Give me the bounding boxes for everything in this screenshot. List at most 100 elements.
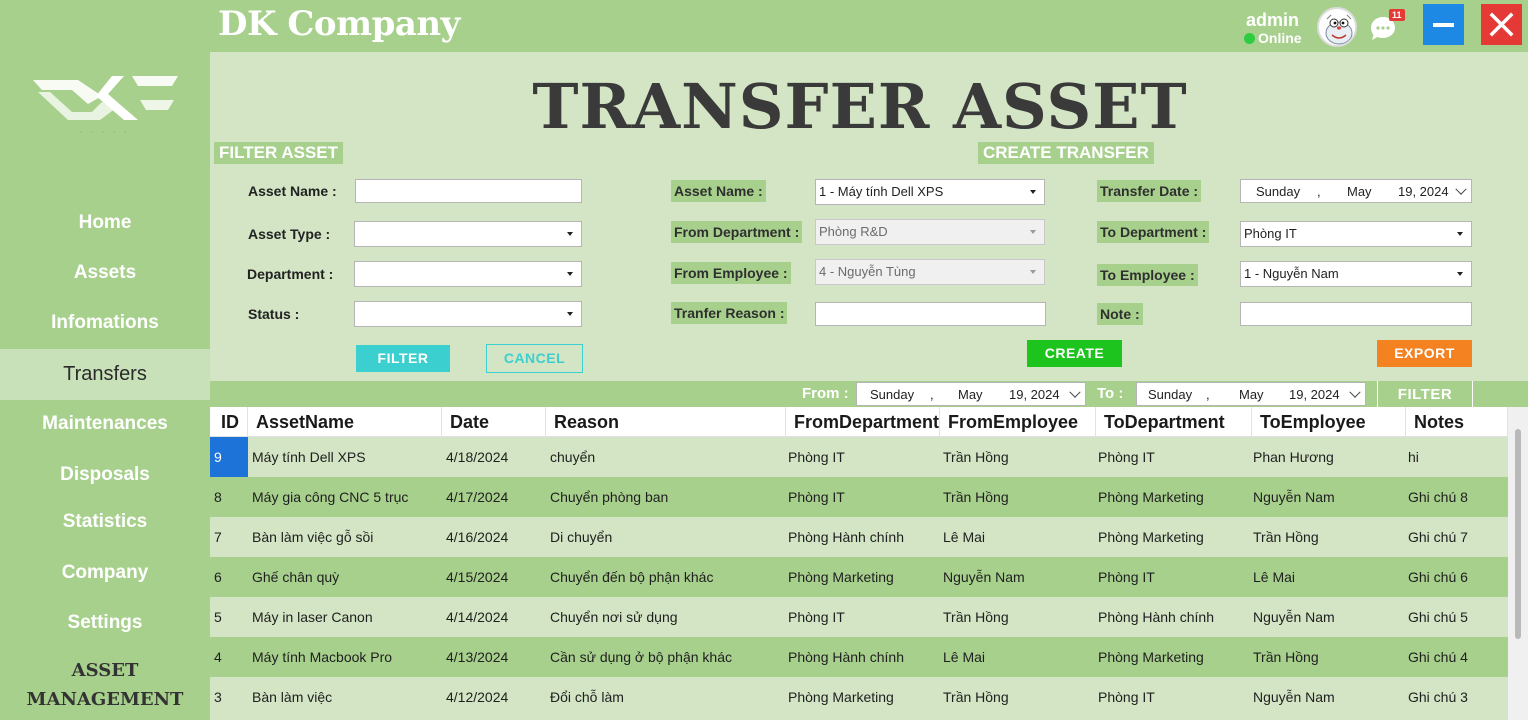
column-header-fromdepartment[interactable]: FromDepartment	[786, 407, 940, 437]
column-header-fromemployee[interactable]: FromEmployee	[940, 407, 1096, 437]
column-header-id[interactable]: ID	[210, 407, 248, 437]
filter-asset-name-input[interactable]	[355, 179, 582, 203]
chevron-down-icon[interactable]	[1449, 222, 1471, 246]
sidebar-item-settings[interactable]: Settings	[0, 600, 210, 646]
cell-date[interactable]: 4/18/2024	[442, 437, 546, 477]
cell-notes[interactable]: hi	[1404, 437, 1508, 477]
cell-fromemployee[interactable]: Trần Hồng	[939, 477, 1095, 517]
cell-id[interactable]: 5	[210, 597, 248, 637]
sidebar-item-company[interactable]: Company	[0, 550, 210, 596]
cell-notes[interactable]: Ghi chú 4	[1404, 637, 1508, 677]
cell-fromemployee[interactable]: Trần Hồng	[939, 677, 1095, 717]
cell-fromdepartment[interactable]: Phòng Marketing	[784, 557, 940, 597]
cell-fromdepartment[interactable]: Phòng IT	[784, 477, 940, 517]
cell-id[interactable]: 8	[210, 477, 248, 517]
to-employee-select[interactable]: 1 - Nguyễn Nam	[1240, 261, 1472, 287]
cell-todepartment[interactable]: Phòng IT	[1094, 557, 1250, 597]
cell-reason[interactable]: Chuyển đến bộ phận khác	[546, 557, 786, 597]
cell-todepartment[interactable]: Phòng IT	[1094, 437, 1250, 477]
column-header-reason[interactable]: Reason	[546, 407, 786, 437]
cell-toemployee[interactable]: Lê Mai	[1249, 557, 1405, 597]
cell-toemployee[interactable]: Trần Hồng	[1249, 637, 1405, 677]
cell-notes[interactable]: Ghi chú 7	[1404, 517, 1508, 557]
column-header-notes[interactable]: Notes	[1406, 407, 1508, 437]
export-button[interactable]: EXPORT	[1377, 340, 1472, 367]
chevron-down-icon[interactable]	[559, 302, 581, 326]
cell-todepartment[interactable]: Phòng Hành chính	[1094, 597, 1250, 637]
filter-button[interactable]: FILTER	[356, 345, 450, 372]
create-asset-name-select[interactable]: 1 - Máy tính Dell XPS	[815, 179, 1045, 205]
sidebar-item-disposals[interactable]: Disposals	[0, 452, 210, 498]
cell-fromemployee[interactable]: Lê Mai	[939, 517, 1095, 557]
cell-fromemployee[interactable]: Lê Mai	[939, 637, 1095, 677]
cell-reason[interactable]: Chuyển nơi sử dụng	[546, 597, 786, 637]
cell-assetname[interactable]: Máy tính Dell XPS	[248, 437, 442, 477]
cell-fromdepartment[interactable]: Phòng IT	[784, 437, 940, 477]
transfer-date-picker[interactable]: Sunday , May 19, 2024	[1240, 179, 1472, 203]
chevron-down-icon[interactable]	[1349, 386, 1361, 398]
table-row[interactable]: 4 Máy tính Macbook Pro 4/13/2024 Cần sử …	[210, 637, 1508, 677]
cell-date[interactable]: 4/15/2024	[442, 557, 546, 597]
avatar[interactable]	[1317, 7, 1357, 47]
table-row[interactable]: 9 Máy tính Dell XPS 4/18/2024 chuyển Phò…	[210, 437, 1508, 477]
cell-reason[interactable]: Cần sử dụng ở bộ phận khác	[546, 637, 786, 677]
date-filter-button[interactable]: FILTER	[1377, 381, 1473, 407]
cancel-button[interactable]: CANCEL	[486, 344, 583, 373]
cell-id[interactable]: 6	[210, 557, 248, 597]
sidebar-item-statistics[interactable]: Statistics	[0, 499, 210, 545]
column-header-todepartment[interactable]: ToDepartment	[1096, 407, 1252, 437]
column-header-assetname[interactable]: AssetName	[248, 407, 442, 437]
chevron-down-icon[interactable]	[559, 222, 581, 246]
minimize-button[interactable]	[1423, 4, 1464, 45]
cell-toemployee[interactable]: Nguyễn Nam	[1249, 477, 1405, 517]
chevron-down-icon[interactable]	[1022, 180, 1044, 204]
note-input[interactable]	[1240, 302, 1472, 326]
cell-fromemployee[interactable]: Nguyễn Nam	[939, 557, 1095, 597]
cell-todepartment[interactable]: Phòng Marketing	[1094, 517, 1250, 557]
sidebar-item-maintenances[interactable]: Maintenances	[0, 401, 210, 447]
cell-date[interactable]: 4/14/2024	[442, 597, 546, 637]
filter-asset-type-select[interactable]	[354, 221, 582, 247]
to-date-picker[interactable]: Sunday , May 19, 2024	[1136, 382, 1366, 406]
cell-fromemployee[interactable]: Trần Hồng	[939, 597, 1095, 637]
column-header-toemployee[interactable]: ToEmployee	[1252, 407, 1406, 437]
cell-id[interactable]: 3	[210, 677, 248, 717]
cell-fromemployee[interactable]: Trần Hồng	[939, 437, 1095, 477]
cell-toemployee[interactable]: Trần Hồng	[1249, 517, 1405, 557]
filter-department-select[interactable]	[354, 261, 582, 287]
cell-reason[interactable]: Di chuyển	[546, 517, 786, 557]
cell-assetname[interactable]: Máy tính Macbook Pro	[248, 637, 442, 677]
column-header-date[interactable]: Date	[442, 407, 546, 437]
table-row[interactable]: 6 Ghế chân quỳ 4/15/2024 Chuyển đến bộ p…	[210, 557, 1508, 597]
scrollbar-thumb[interactable]	[1515, 429, 1521, 639]
cell-toemployee[interactable]: Nguyễn Nam	[1249, 677, 1405, 717]
chevron-down-icon[interactable]	[1069, 386, 1081, 398]
create-button[interactable]: CREATE	[1027, 340, 1122, 367]
table-row[interactable]: 3 Bàn làm việc 4/12/2024 Đổi chỗ làm Phò…	[210, 677, 1508, 717]
chevron-down-icon[interactable]	[1455, 183, 1467, 195]
cell-reason[interactable]: chuyển	[546, 437, 786, 477]
cell-toemployee[interactable]: Nguyễn Nam	[1249, 597, 1405, 637]
cell-fromdepartment[interactable]: Phòng Marketing	[784, 677, 940, 717]
cell-reason[interactable]: Đổi chỗ làm	[546, 677, 786, 717]
cell-assetname[interactable]: Bàn làm việc	[248, 677, 442, 717]
cell-id[interactable]: 9	[210, 437, 248, 477]
cell-toemployee[interactable]: Phan Hương	[1249, 437, 1405, 477]
cell-assetname[interactable]: Máy gia công CNC 5 trục	[248, 477, 442, 517]
cell-fromdepartment[interactable]: Phòng IT	[784, 597, 940, 637]
table-row[interactable]: 8 Máy gia công CNC 5 trục 4/17/2024 Chuy…	[210, 477, 1508, 517]
cell-date[interactable]: 4/17/2024	[442, 477, 546, 517]
table-scrollbar[interactable]	[1508, 407, 1528, 720]
cell-reason[interactable]: Chuyển phòng ban	[546, 477, 786, 517]
sidebar-item-home[interactable]: Home	[0, 200, 210, 246]
cell-fromdepartment[interactable]: Phòng Hành chính	[784, 517, 940, 557]
from-date-picker[interactable]: Sunday , May 19, 2024	[856, 382, 1086, 406]
to-department-select[interactable]: Phòng IT	[1240, 221, 1472, 247]
cell-notes[interactable]: Ghi chú 3	[1404, 677, 1508, 717]
cell-id[interactable]: 7	[210, 517, 248, 557]
cell-notes[interactable]: Ghi chú 6	[1404, 557, 1508, 597]
cell-assetname[interactable]: Ghế chân quỳ	[248, 557, 442, 597]
cell-notes[interactable]: Ghi chú 8	[1404, 477, 1508, 517]
chevron-down-icon[interactable]	[559, 262, 581, 286]
filter-status-select[interactable]	[354, 301, 582, 327]
